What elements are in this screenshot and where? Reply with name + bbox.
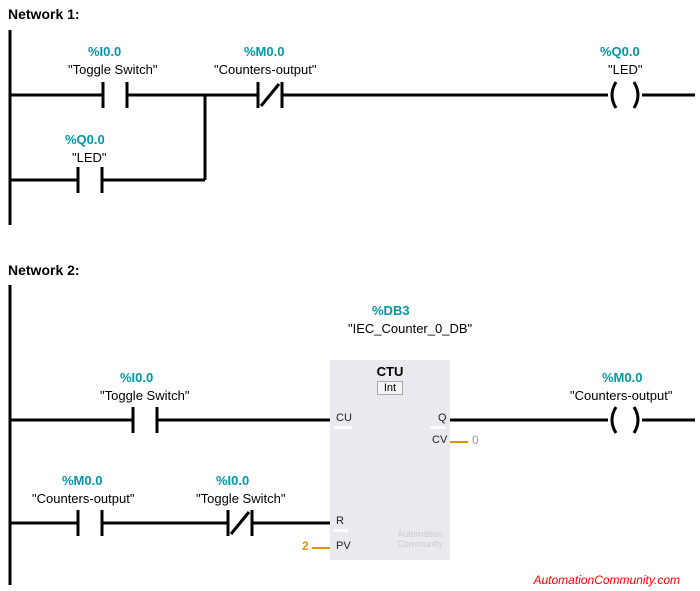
status-strip bbox=[430, 426, 446, 429]
n1-c2-desc: "Counters-output" bbox=[214, 62, 316, 77]
n2-c4-addr: %I0.0 bbox=[216, 473, 249, 488]
ctu-port-cv: CV bbox=[432, 434, 447, 446]
n2-c3-desc: "Counters-output" bbox=[32, 491, 134, 506]
status-strip bbox=[334, 529, 348, 532]
ctu-desc: "IEC_Counter_0_DB" bbox=[348, 321, 438, 337]
n1-c1-desc: "Toggle Switch" bbox=[68, 62, 157, 77]
n2-c1-addr: %I0.0 bbox=[120, 370, 153, 385]
n2-c2-desc: "Counters-output" bbox=[570, 388, 672, 403]
contact-no bbox=[133, 407, 157, 433]
faint-watermark: Automation Community bbox=[394, 530, 446, 550]
n1-c1-addr: %I0.0 bbox=[88, 44, 121, 59]
status-strip bbox=[334, 426, 352, 429]
coil bbox=[608, 407, 642, 433]
ctu-type: CTU bbox=[330, 364, 450, 379]
network2-title: Network 2: bbox=[8, 262, 80, 278]
ctu-addr: %DB3 bbox=[372, 303, 410, 318]
orange-stub bbox=[312, 547, 330, 549]
contact-no bbox=[103, 82, 127, 108]
n1-c3-addr: %Q0.0 bbox=[600, 44, 640, 59]
site-watermark: AutomationCommunity.com bbox=[534, 573, 681, 587]
coil bbox=[608, 82, 642, 108]
contact-nc bbox=[228, 510, 252, 536]
ctu-port-cu: CU bbox=[336, 412, 352, 424]
n1-c4-addr: %Q0.0 bbox=[65, 132, 105, 147]
network1-title: Network 1: bbox=[8, 6, 80, 22]
contact-no bbox=[78, 510, 102, 536]
n2-c2-addr: %M0.0 bbox=[602, 370, 642, 385]
n1-c4-desc: "LED" bbox=[72, 150, 107, 165]
ctu-port-pv: PV bbox=[336, 540, 351, 552]
contact-nc bbox=[258, 82, 282, 108]
n2-c1-desc: "Toggle Switch" bbox=[100, 388, 189, 403]
ctu-datatype: Int bbox=[377, 381, 403, 395]
ctu-port-q: Q bbox=[438, 412, 447, 424]
ctu-pv-value: 2 bbox=[302, 539, 309, 553]
n2-c4-desc: "Toggle Switch" bbox=[196, 491, 285, 506]
n2-c3-addr: %M0.0 bbox=[62, 473, 102, 488]
ctu-cv-value: 0 bbox=[472, 433, 479, 447]
orange-stub bbox=[450, 441, 468, 443]
n1-c3-desc: "LED" bbox=[608, 62, 643, 77]
contact-no bbox=[78, 167, 102, 193]
ctu-port-r: R bbox=[336, 515, 344, 527]
n1-c2-addr: %M0.0 bbox=[244, 44, 284, 59]
